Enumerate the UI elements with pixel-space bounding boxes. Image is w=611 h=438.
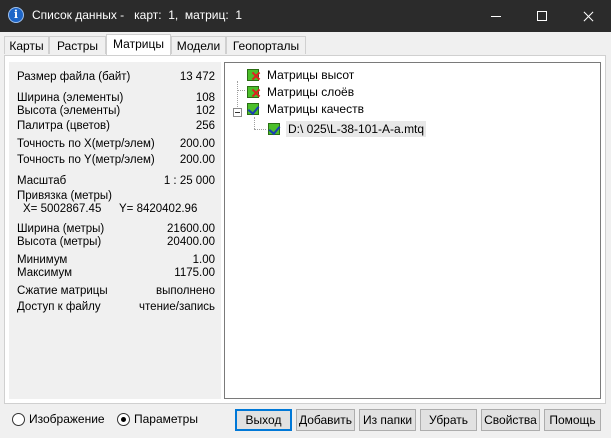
binding-x-value: X= 5002867.45 <box>23 203 102 215</box>
height-meters-value: 20400.00 <box>167 236 215 248</box>
height-elements-label: Высота (элементы) <box>17 105 121 117</box>
matrix-tree[interactable]: Матрицы высот Матрицы слоёв Матрицы каче… <box>224 62 601 399</box>
compression-value: выполнено <box>156 285 215 297</box>
height-elements-value: 102 <box>195 105 215 117</box>
tree-connector <box>237 90 245 91</box>
window-title: Список данных - карт: 1, матриц: 1 <box>32 8 242 22</box>
file-size-value: 13 472 <box>179 71 215 83</box>
matrix-checked-icon <box>247 102 260 116</box>
precision-y-value: 200.00 <box>179 154 215 166</box>
radio-image[interactable]: Изображение <box>12 412 112 428</box>
tab-maps[interactable]: Карты <box>4 36 49 54</box>
palette-value: 256 <box>195 120 215 132</box>
radio-circle <box>117 413 130 426</box>
tab-models[interactable]: Модели <box>171 36 226 54</box>
from-folder-button[interactable]: Из папки <box>359 409 416 431</box>
matrix-disabled-icon <box>247 85 260 98</box>
access-value: чтение/запись <box>139 301 215 313</box>
tree-item-label: D:\ 025\L-38-101-A-a.mtq <box>286 121 427 137</box>
minimize-button[interactable] <box>473 0 519 32</box>
tree-item-heights[interactable]: Матрицы высот <box>247 67 447 83</box>
properties-button[interactable]: Свойства <box>481 409 540 431</box>
tree-item-label: Матрицы качеств <box>267 102 364 116</box>
width-meters-value: 21600.00 <box>167 223 215 235</box>
binding-label: Привязка (метры) <box>17 190 112 202</box>
help-button[interactable]: Помощь <box>544 409 601 431</box>
tree-connector <box>254 117 255 129</box>
scale-label: Масштаб <box>17 175 67 187</box>
maximum-label: Максимум <box>17 267 73 279</box>
precision-x-value: 200.00 <box>179 138 215 150</box>
info-icon: i <box>8 7 24 23</box>
precision-y-label: Точность по Y(метр/элем) <box>17 154 155 166</box>
minimum-label: Минимум <box>17 254 68 266</box>
minimum-value: 1.00 <box>192 254 215 266</box>
properties-panel: Размер файла (байт) 13 472 Ширина (элеме… <box>9 62 221 399</box>
add-button[interactable]: Добавить <box>296 409 355 431</box>
remove-button[interactable]: Убрать <box>420 409 477 431</box>
height-meters-label: Высота (метры) <box>17 236 102 248</box>
tab-rasters[interactable]: Растры <box>49 36 106 54</box>
tab-matrices[interactable]: Матрицы <box>106 34 171 55</box>
exit-button[interactable]: Выход <box>235 409 292 431</box>
width-elements-value: 108 <box>195 92 215 104</box>
scale-value: 1 : 25 000 <box>163 175 215 187</box>
radio-params[interactable]: Параметры <box>117 412 207 428</box>
maximum-value: 1175.00 <box>174 267 215 279</box>
palette-label: Палитра (цветов) <box>17 120 110 132</box>
access-label: Доступ к файлу <box>17 301 101 313</box>
binding-y-value: Y= 8420402.96 <box>119 203 198 215</box>
tree-connector <box>254 129 266 130</box>
radio-circle <box>12 413 25 426</box>
tab-panel: Размер файла (байт) 13 472 Ширина (элеме… <box>4 55 606 404</box>
tree-item-quality[interactable]: Матрицы качеств <box>247 101 447 117</box>
matrix-checked-icon <box>268 122 281 136</box>
tree-item-label: Матрицы высот <box>267 68 355 82</box>
file-size-label: Размер файла (байт) <box>17 71 131 83</box>
radio-label: Параметры <box>134 412 198 426</box>
radio-label: Изображение <box>29 412 105 426</box>
tree-item-quality-file[interactable]: D:\ 025\L-38-101-A-a.mtq <box>268 121 518 137</box>
tree-item-layers[interactable]: Матрицы слоёв <box>247 84 447 100</box>
width-elements-label: Ширина (элементы) <box>17 92 124 104</box>
matrix-disabled-icon <box>247 68 260 81</box>
tree-item-label: Матрицы слоёв <box>267 85 355 99</box>
precision-x-label: Точность по X(метр/элем) <box>17 138 155 150</box>
maximize-button[interactable] <box>519 0 565 32</box>
compression-label: Сжатие матрицы <box>17 285 108 297</box>
tab-geoportals[interactable]: Геопорталы <box>226 36 306 54</box>
close-button[interactable] <box>565 0 611 32</box>
width-meters-label: Ширина (метры) <box>17 223 105 235</box>
collapse-toggle[interactable] <box>233 108 242 117</box>
title-bar[interactable]: i Список данных - карт: 1, матриц: 1 <box>0 0 611 32</box>
